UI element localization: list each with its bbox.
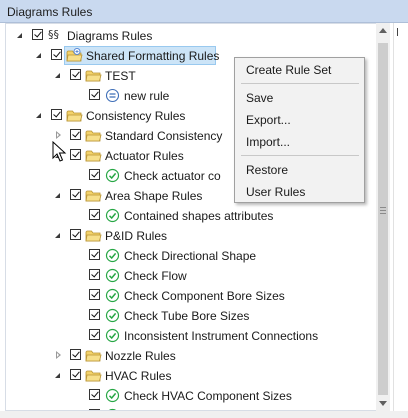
node-checkbox[interactable] (51, 109, 62, 120)
collapse-arrow-icon[interactable] (54, 70, 64, 82)
node-label: Check Tube Bore Sizes (124, 309, 250, 323)
menu-item-create-rule-set[interactable]: Create Rule Set (246, 63, 331, 77)
node-label: Check Flow (124, 269, 187, 283)
collapse-arrow-icon[interactable] (16, 30, 26, 42)
node-checkbox[interactable] (89, 389, 100, 400)
collapse-arrow-icon[interactable] (35, 110, 45, 122)
node-label: Diagrams Rules (67, 29, 153, 43)
window-title: Diagrams Rules (7, 5, 93, 19)
node-checkbox[interactable] (89, 269, 100, 280)
node-label: Standard Consistency (105, 129, 223, 143)
scroll-up-arrow-icon[interactable] (379, 28, 387, 33)
menu-separator (241, 83, 359, 84)
folder-icon (66, 110, 83, 122)
menu-separator (241, 155, 359, 156)
node-checkbox[interactable] (89, 169, 100, 180)
folder-icon (85, 70, 102, 82)
horizontal-scrollbar[interactable] (0, 411, 408, 418)
collapse-arrow-icon[interactable] (54, 190, 64, 202)
tree-node-check-directional-shape[interactable]: Check Directional Shape (6, 246, 376, 266)
scroll-grip-icon (380, 207, 386, 214)
mouse-cursor-icon (52, 141, 67, 162)
context-menu: Create Rule Set Save Export... Import...… (234, 57, 365, 203)
node-label: Consistency Rules (86, 109, 186, 123)
collapse-arrow-icon[interactable] (35, 50, 45, 62)
node-checkbox[interactable] (89, 289, 100, 300)
node-label: Check Component Bore Sizes (124, 289, 285, 303)
folder-icon (85, 190, 102, 202)
node-label: Check HVAC Component Sizes (124, 389, 292, 403)
tree-node-inconsistent-instrument-connections[interactable]: Inconsistent Instrument Connections (6, 326, 376, 346)
menu-item-import[interactable]: Import... (246, 135, 290, 149)
node-checkbox[interactable] (70, 129, 81, 140)
rule-check-icon (105, 268, 120, 283)
tree-node-check-tube-bore-sizes[interactable]: Check Tube Bore Sizes (6, 306, 376, 326)
rule-check-icon (105, 168, 120, 183)
node-label: TEST (105, 69, 136, 83)
rule-check-icon (105, 208, 120, 223)
node-checkbox[interactable] (70, 69, 81, 80)
node-checkbox[interactable] (89, 249, 100, 260)
rule-equals-icon (105, 88, 120, 103)
shared-folder-icon (66, 48, 83, 62)
rule-check-icon (105, 328, 120, 343)
menu-item-user-rules[interactable]: User Rules (246, 185, 305, 199)
folder-icon (85, 150, 102, 162)
scroll-down-arrow-icon[interactable] (379, 401, 387, 406)
node-checkbox[interactable] (89, 329, 100, 340)
folder-icon (85, 350, 102, 362)
node-label: Actuator Rules (105, 149, 184, 163)
node-label: Contained shapes attributes (124, 209, 274, 223)
node-checkbox[interactable] (51, 49, 62, 60)
node-checkbox[interactable] (89, 89, 100, 100)
node-checkbox[interactable] (89, 209, 100, 220)
node-label: Check Directional Shape (124, 249, 257, 263)
node-label: Shared Formatting Rules (86, 49, 220, 63)
node-label: new rule (124, 89, 170, 103)
node-checkbox[interactable] (70, 149, 81, 160)
node-label: Nozzle Rules (105, 349, 176, 363)
node-label: Check actuator co (124, 169, 221, 183)
menu-item-restore[interactable]: Restore (246, 163, 288, 177)
node-checkbox[interactable] (70, 229, 81, 240)
menu-item-save[interactable]: Save (246, 91, 273, 105)
collapse-arrow-icon[interactable] (54, 370, 64, 382)
tree-node-check-flow[interactable]: Check Flow (6, 266, 376, 286)
rule-check-icon (105, 308, 120, 323)
scroll-thumb[interactable] (378, 43, 388, 395)
node-checkbox[interactable] (70, 189, 81, 200)
rule-check-icon (105, 248, 120, 263)
pane-edge-mark (397, 28, 404, 36)
node-label: Area Shape Rules (105, 189, 203, 203)
rule-check-icon (105, 288, 120, 303)
folder-icon (85, 370, 102, 382)
tree-node-check-component-bore-sizes[interactable]: Check Component Bore Sizes (6, 286, 376, 306)
right-pane-edge (393, 23, 408, 418)
tree-node-hvac-rules[interactable]: HVAC Rules (6, 366, 376, 386)
node-label: P&ID Rules (105, 229, 168, 243)
tree-node-contained-shapes[interactable]: Contained shapes attributes (6, 206, 376, 226)
window-titlebar: Diagrams Rules (0, 0, 408, 23)
expand-arrow-icon[interactable] (54, 350, 64, 362)
node-label: Inconsistent Instrument Connections (124, 329, 319, 343)
tree-node-check-hvac-component-sizes[interactable]: Check HVAC Component Sizes (6, 386, 376, 406)
vertical-scrollbar[interactable] (376, 23, 390, 411)
tree-node-pid-rules[interactable]: P&ID Rules (6, 226, 376, 246)
node-label: HVAC Rules (105, 369, 172, 383)
node-checkbox[interactable] (70, 349, 81, 360)
collapse-arrow-icon[interactable] (54, 230, 64, 242)
rules-root-icon: §§ (48, 28, 59, 41)
node-checkbox[interactable] (32, 29, 43, 40)
menu-item-export[interactable]: Export... (246, 113, 291, 127)
folder-icon (85, 130, 102, 142)
tree-node-diagrams-rules[interactable]: §§ Diagrams Rules (6, 26, 376, 46)
tree-node-nozzle-rules[interactable]: Nozzle Rules (6, 346, 376, 366)
node-checkbox[interactable] (70, 369, 81, 380)
node-checkbox[interactable] (89, 309, 100, 320)
folder-icon (85, 230, 102, 242)
rule-check-icon (105, 388, 120, 403)
